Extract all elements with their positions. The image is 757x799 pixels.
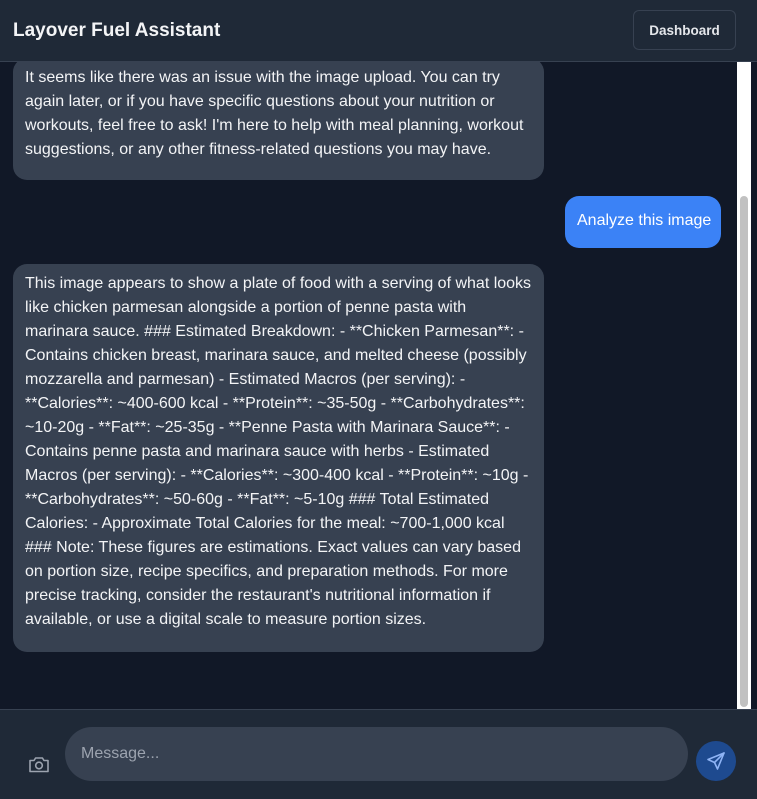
chat-app: Layover Fuel Assistant Dashboard It seem… [0, 0, 757, 799]
message-input[interactable] [65, 727, 688, 781]
assistant-message: This image appears to show a plate of fo… [13, 264, 544, 652]
send-icon [707, 752, 725, 770]
user-message: Analyze this image [565, 196, 721, 248]
assistant-message: It seems like there was an issue with th… [13, 62, 544, 180]
chat-history[interactable]: It seems like there was an issue with th… [0, 62, 757, 709]
send-button[interactable] [696, 741, 736, 781]
app-header: Layover Fuel Assistant Dashboard [0, 0, 757, 62]
chat-scrollbar[interactable] [737, 62, 751, 709]
message-composer [0, 709, 757, 799]
camera-icon[interactable] [27, 753, 51, 775]
dashboard-button[interactable]: Dashboard [633, 10, 736, 50]
app-title: Layover Fuel Assistant [13, 20, 221, 41]
scrollbar-thumb[interactable] [740, 196, 748, 707]
